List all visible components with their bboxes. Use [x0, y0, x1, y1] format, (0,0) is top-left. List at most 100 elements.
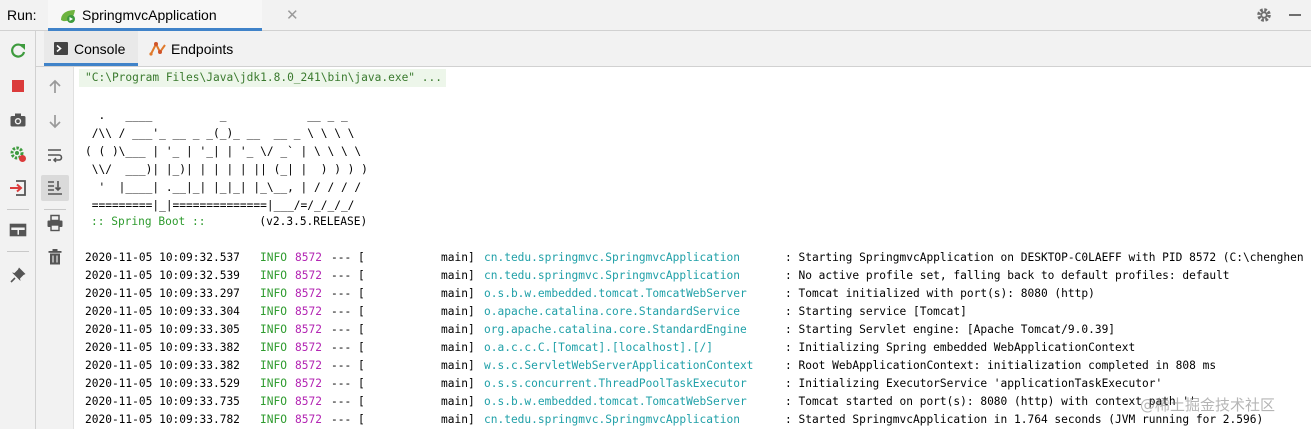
run-toolbar: Run: SpringmvcApplication ✕ [0, 0, 1311, 31]
log-pid: 8572 [295, 377, 322, 390]
log-message: : Tomcat initialized with port(s): 8080 … [785, 287, 1095, 300]
minimize-icon[interactable] [1289, 14, 1301, 16]
run-tab-springmvc-application[interactable]: SpringmvcApplication ✕ [48, 0, 299, 31]
log-separator: --- [ [331, 413, 365, 426]
layout-icon[interactable] [9, 221, 27, 239]
close-icon[interactable]: ✕ [286, 6, 299, 24]
log-separator: --- [ [331, 269, 365, 282]
log-level: INFO [260, 341, 287, 354]
log-level: INFO [260, 305, 287, 318]
log-logger: cn.tedu.springmvc.SpringmvcApplication [484, 413, 740, 426]
log-pid: 8572 [295, 413, 322, 426]
log-level: INFO [260, 251, 287, 264]
log-message: : Starting Servlet engine: [Apache Tomca… [785, 323, 1116, 336]
log-timestamp: 2020-11-05 10:09:33.297 [85, 287, 240, 300]
log-thread: main] [441, 413, 475, 426]
log-thread: main] [441, 251, 475, 264]
log-message: : Initializing Spring embedded WebApplic… [785, 341, 1136, 354]
camera-icon[interactable] [9, 111, 27, 129]
spring-banner: . ____ _ __ _ _ /\\ / ___'_ __ _ _(_)_ _… [85, 107, 368, 215]
debug-gear-icon[interactable] [9, 145, 27, 163]
log-message: : No active profile set, falling back to… [785, 269, 1230, 282]
print-icon[interactable] [46, 214, 64, 232]
log-logger: o.s.b.w.embedded.tomcat.TomcatWebServer [484, 287, 747, 300]
log-message: : Initializing ExecutorService 'applicat… [785, 377, 1163, 390]
banner-line: \\/ ___)| |_)| | | | | || (_| | ) ) ) ) [85, 163, 368, 176]
divider [7, 251, 29, 252]
divider [44, 209, 66, 210]
log-message: : Starting SpringmvcApplication on DESKT… [785, 251, 1304, 264]
banner-line: /\\ / ___'_ __ _ _(_)_ __ __ _ \ \ \ \ [85, 127, 355, 140]
pin-icon[interactable] [9, 266, 27, 284]
log-logger: o.s.s.concurrent.ThreadPoolTaskExecutor [484, 377, 747, 390]
divider [7, 209, 29, 210]
log-thread: main] [441, 287, 475, 300]
log-timestamp: 2020-11-05 10:09:32.537 [85, 251, 240, 264]
log-logger: o.apache.catalina.core.StandardService [484, 305, 740, 318]
log-separator: --- [ [331, 377, 365, 390]
log-separator: --- [ [331, 287, 365, 300]
spring-boot-version: (v2.3.5.RELEASE) [259, 215, 368, 228]
log-pid: 8572 [295, 395, 322, 408]
spring-boot-version-line: :: Spring Boot :: (v2.3.5.RELEASE) [91, 213, 367, 231]
log-level: INFO [260, 359, 287, 372]
log-message: : Tomcat started on port(s): 8080 (http)… [785, 395, 1196, 408]
trash-icon[interactable] [46, 248, 64, 266]
log-separator: --- [ [331, 341, 365, 354]
banner-line: ( ( )\___ | '_ | '_| | '_ \/ _` | \ \ \ … [85, 145, 362, 158]
tab-console-label: Console [74, 41, 126, 57]
log-level: INFO [260, 323, 287, 336]
log-separator: --- [ [331, 323, 365, 336]
up-arrow-icon[interactable] [46, 78, 64, 96]
tab-console[interactable]: Console [44, 31, 138, 66]
tab-endpoints[interactable]: Endpoints [140, 31, 244, 66]
log-thread: main] [441, 269, 475, 282]
rerun-icon[interactable] [9, 42, 27, 60]
log-pid: 8572 [295, 269, 322, 282]
log-separator: --- [ [331, 305, 365, 318]
log-message: : Root WebApplicationContext: initializa… [785, 359, 1217, 372]
console-icon [54, 42, 68, 55]
log-level: INFO [260, 413, 287, 426]
log-pid: 8572 [295, 305, 322, 318]
console-output[interactable]: "C:\Program Files\Java\jdk1.8.0_241\bin\… [74, 67, 1311, 429]
log-pid: 8572 [295, 341, 322, 354]
log-pid: 8572 [295, 359, 322, 372]
log-logger: cn.tedu.springmvc.SpringmvcApplication [484, 269, 740, 282]
log-thread: main] [441, 305, 475, 318]
log-level: INFO [260, 269, 287, 282]
log-logger: w.s.c.ServletWebServerApplicationContext [484, 359, 754, 372]
log-thread: main] [441, 359, 475, 372]
run-actions-toolbar [0, 31, 36, 429]
soft-wrap-icon[interactable] [46, 146, 64, 164]
command-line: "C:\Program Files\Java\jdk1.8.0_241\bin\… [79, 69, 446, 87]
log-timestamp: 2020-11-05 10:09:33.305 [85, 323, 240, 336]
log-logger: cn.tedu.springmvc.SpringmvcApplication [484, 251, 740, 264]
log-separator: --- [ [331, 395, 365, 408]
log-level: INFO [260, 395, 287, 408]
stop-icon[interactable] [9, 77, 27, 95]
down-arrow-icon[interactable] [46, 112, 64, 130]
banner-line: . ____ _ __ _ _ [85, 109, 348, 122]
log-timestamp: 2020-11-05 10:09:33.782 [85, 413, 240, 426]
log-thread: main] [441, 377, 475, 390]
spring-boot-label: :: Spring Boot :: [91, 215, 206, 228]
log-timestamp: 2020-11-05 10:09:33.735 [85, 395, 240, 408]
run-subtabs: Console Endpoints [36, 31, 1311, 67]
settings-gear-icon[interactable] [1255, 6, 1273, 24]
log-thread: main] [441, 341, 475, 354]
log-logger: o.a.c.c.C.[Tomcat].[localhost].[/] [484, 341, 714, 354]
banner-line: ' |____| .__|_| |_|_| |_\__, | / / / / [85, 181, 362, 194]
log-thread: main] [441, 395, 475, 408]
spring-app-icon [61, 10, 75, 23]
exit-icon[interactable] [9, 179, 27, 197]
scroll-to-end-icon[interactable] [46, 179, 64, 197]
log-message: : Starting service [Tomcat] [785, 305, 967, 318]
log-level: INFO [260, 377, 287, 390]
log-logger: o.s.b.w.embedded.tomcat.TomcatWebServer [484, 395, 747, 408]
log-pid: 8572 [295, 251, 322, 264]
log-thread: main] [441, 323, 475, 336]
log-timestamp: 2020-11-05 10:09:33.529 [85, 377, 240, 390]
console-actions-toolbar [36, 67, 74, 429]
log-separator: --- [ [331, 251, 365, 264]
